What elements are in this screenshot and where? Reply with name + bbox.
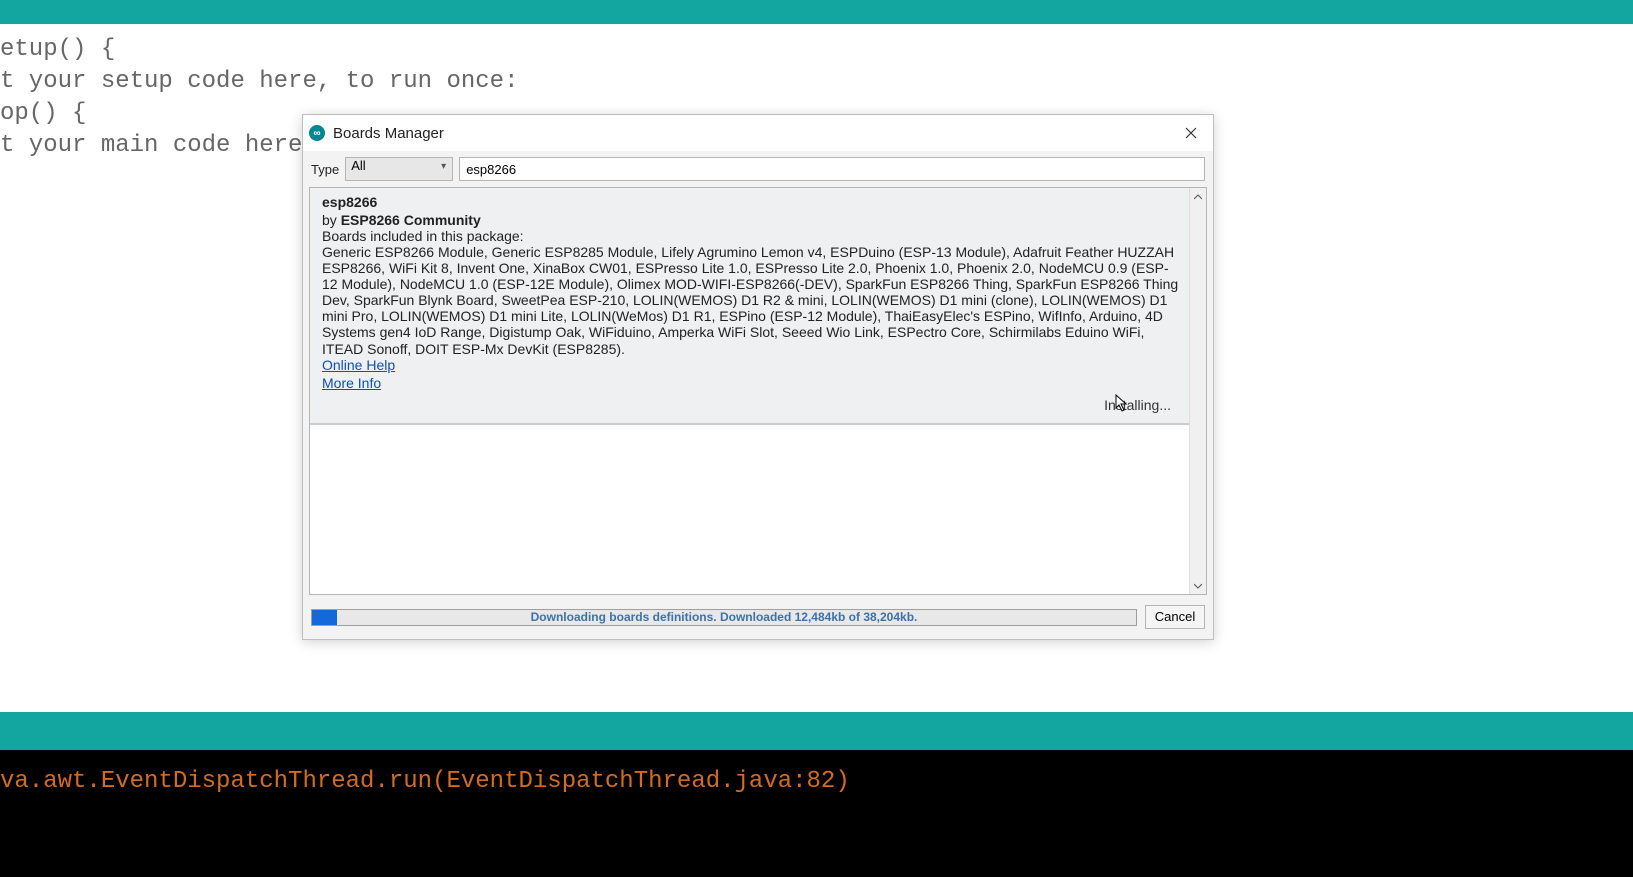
package-card-esp8266[interactable]: esp8266 by ESP8266 Community Boards incl… [310, 188, 1189, 425]
code-line: etup() { [0, 34, 1633, 66]
search-input[interactable] [459, 157, 1205, 181]
type-dropdown[interactable]: All [345, 157, 453, 181]
type-label: Type [311, 162, 339, 177]
toolbar-top [0, 0, 1633, 24]
progress-area: Downloading boards definitions. Download… [303, 595, 1213, 639]
scroll-down-button[interactable] [1190, 577, 1206, 594]
boards-manager-dialog: ∞ Boards Manager Type All esp8266 by ESP… [302, 114, 1214, 640]
list-scrollbar[interactable] [1189, 188, 1206, 594]
package-author-line: by ESP8266 Community [322, 212, 1179, 228]
code-line: t your setup code here, to run once: [0, 66, 1633, 98]
type-value: All [351, 158, 365, 173]
package-boards-list: Generic ESP8266 Module, Generic ESP8285 … [322, 244, 1179, 357]
dialog-title: Boards Manager [333, 125, 1175, 142]
boards-included-label: Boards included in this package: [322, 228, 1179, 244]
mouse-cursor-icon [1115, 394, 1129, 417]
package-author: ESP8266 Community [341, 212, 481, 228]
installing-status: Installing... [322, 397, 1179, 413]
progress-bar: Downloading boards definitions. Download… [311, 609, 1137, 626]
console-output: va.awt.EventDispatchThread.run(EventDisp… [0, 750, 1633, 877]
close-button[interactable] [1175, 119, 1207, 147]
dialog-titlebar[interactable]: ∞ Boards Manager [303, 115, 1213, 151]
filter-row: Type All [303, 151, 1213, 187]
by-prefix: by [322, 212, 341, 228]
scroll-up-button[interactable] [1190, 188, 1206, 205]
close-icon [1185, 127, 1197, 139]
cancel-button[interactable]: Cancel [1145, 605, 1205, 629]
chevron-up-icon [1194, 194, 1202, 200]
chevron-down-icon [1194, 583, 1202, 589]
console-line: va.awt.EventDispatchThread.run(EventDisp… [0, 768, 850, 795]
progress-text: Downloading boards definitions. Download… [312, 610, 1136, 625]
package-name: esp8266 [322, 194, 1179, 210]
online-help-link[interactable]: Online Help [322, 357, 395, 373]
package-list: esp8266 by ESP8266 Community Boards incl… [309, 187, 1207, 595]
more-info-link[interactable]: More Info [322, 375, 381, 391]
arduino-icon: ∞ [309, 125, 325, 141]
status-bar [0, 712, 1633, 750]
